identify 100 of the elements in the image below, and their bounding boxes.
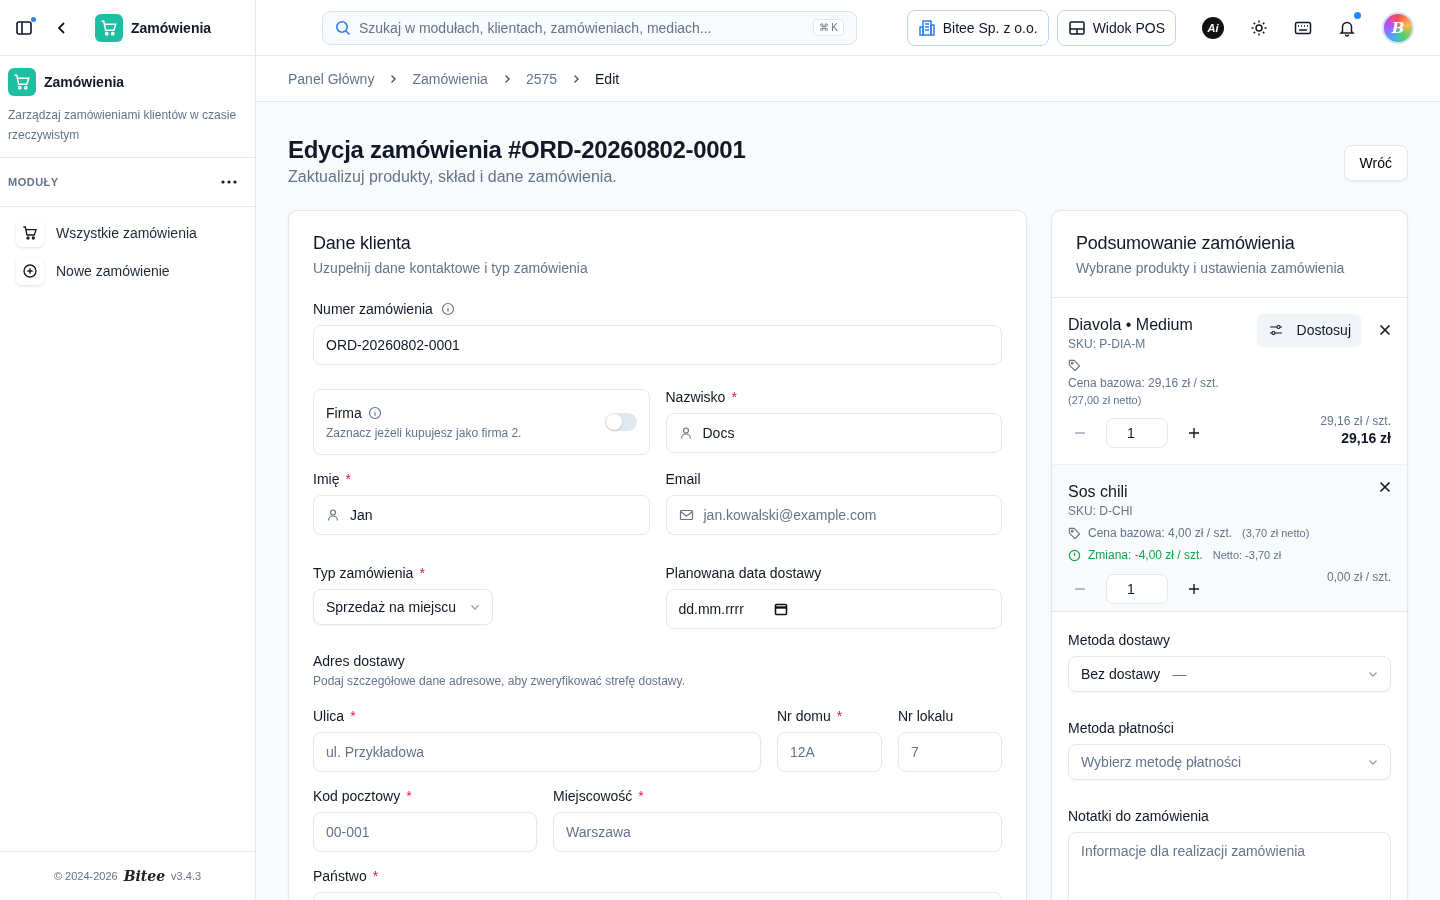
field-value: Jan [350, 507, 373, 523]
product-sku: SKU: D-CHI [1068, 504, 1133, 518]
sidebar-toggle-icon[interactable] [15, 18, 33, 37]
person-icon [326, 508, 340, 522]
card-subtitle: Wybrane produkty i ustawienia zamówienia [1076, 260, 1346, 276]
close-icon[interactable] [1379, 481, 1391, 493]
address-field[interactable]: Warszawa [553, 812, 1002, 852]
net-price: (27,00 zł netto) [1068, 394, 1143, 406]
field-placeholder: jan.kowalski@example.com [703, 507, 877, 523]
envelope-icon [678, 508, 694, 522]
line-total: 29,16 zł [1341, 430, 1391, 446]
info-icon [367, 405, 382, 420]
section-title: Adres dostawy [313, 653, 406, 669]
info-icon [1068, 548, 1081, 562]
section-heading: MODUŁY [8, 176, 59, 188]
building-icon [917, 18, 936, 37]
delivery-method-select[interactable]: Bez dostawy — [1068, 656, 1391, 692]
company-button[interactable]: Bitee Sp. z o.o. [906, 9, 1049, 46]
field-label: Kod pocztowy [313, 788, 401, 804]
email-field[interactable]: jan.kowalski@example.com [665, 495, 1002, 535]
select-extra: — [1172, 666, 1187, 682]
required-mark: * [731, 389, 737, 405]
add-circle-icon [22, 263, 38, 279]
module-description: Zarządzaj zamówieniami klientów w czasie rzeczywistym [8, 107, 238, 144]
unit-price: 29,16 zł / szt. [1320, 414, 1391, 428]
select-value: Bez dostawy [1081, 666, 1161, 682]
shortcut-badge: ⌘ K [812, 19, 844, 36]
field-label: Firma [326, 404, 362, 421]
brand-logo: Bitee [123, 868, 166, 884]
chevron-down-icon [469, 602, 480, 612]
copyright-text: © 2024-2026 [53, 870, 118, 882]
plus-icon[interactable] [1188, 583, 1200, 595]
chevron-down-icon [1368, 669, 1378, 679]
ai-assistant-button[interactable]: Ai [1202, 16, 1224, 39]
first-name-field[interactable]: Jan [313, 495, 650, 535]
field-label: Metoda dostawy [1068, 632, 1170, 648]
field-placeholder: 00-001 [326, 824, 370, 840]
required-mark: * [345, 471, 351, 487]
more-icon[interactable] [221, 180, 237, 184]
date-field[interactable]: dd.mm.rrrr [665, 589, 1002, 629]
last-name-field[interactable]: Docs [665, 413, 1002, 453]
required-mark: * [350, 708, 356, 724]
product-sku: SKU: P-DIA-M [1068, 337, 1147, 351]
address-field[interactable]: ul. Przykładowa [313, 732, 761, 772]
quantity-field[interactable]: 1 [1106, 574, 1168, 604]
field-label: Państwo [313, 868, 367, 884]
search-field[interactable]: Szukaj w modułach, klientach, zamówieniach, mediach... ⌘ K [322, 10, 857, 45]
date-placeholder: dd.mm.rrrr [678, 601, 744, 617]
net-change: Netto: -3,70 zł [1212, 549, 1282, 561]
breadcrumb-link[interactable]: Panel Główny [288, 70, 375, 87]
product-name: Diavola • Medium [1068, 316, 1193, 334]
address-field[interactable]: 00-001 [313, 812, 537, 852]
cart-icon [22, 225, 38, 241]
payment-method-select[interactable]: Wybierz metodę płatności [1068, 744, 1391, 780]
pos-view-button[interactable]: Widok POS [1056, 9, 1176, 46]
order-type-select[interactable]: Sprzedaż na miejscu [313, 589, 493, 625]
breadcrumb-link[interactable]: Edit [595, 70, 620, 87]
price-change: Zmiana: -4,00 zł / szt. [1088, 548, 1203, 562]
page-title: Edycja zamówienia #ORD-20260802-0001 [288, 136, 746, 164]
field-label: Email [665, 471, 701, 487]
card-title: Podsumowanie zamówienia [1076, 233, 1296, 254]
required-mark: * [638, 788, 644, 804]
field-label: Ulica [313, 708, 345, 724]
base-price: Cena bazowa: 29,16 zł / szt. [1068, 376, 1220, 390]
company-toggle[interactable] [604, 413, 637, 431]
cart-icon [8, 68, 36, 96]
field-label: Typ zamówienia [313, 565, 414, 581]
field-label: Nr lokalu [898, 708, 954, 724]
field-placeholder: 12A [790, 744, 815, 760]
required-mark: * [406, 788, 412, 804]
close-icon[interactable] [1379, 324, 1391, 336]
sidebar-item[interactable]: Wszystkie zamówienia [16, 219, 239, 247]
tag-icon [1068, 359, 1081, 372]
field-placeholder: 7 [911, 744, 919, 760]
theme-sun-icon[interactable] [1250, 18, 1268, 37]
field-label: Planowana data dostawy [665, 565, 822, 581]
field-label: Metoda płatności [1068, 720, 1174, 736]
order-number-field[interactable]: ORD-20260802-0001 [313, 325, 1002, 365]
search-icon [335, 19, 351, 36]
field-value: ORD-20260802-0001 [326, 337, 460, 353]
address-field[interactable]: 12A [777, 732, 882, 772]
base-price: Cena bazowa: 4,00 zł / szt. [1088, 526, 1233, 540]
field-label: Nazwisko [665, 389, 726, 405]
address-field[interactable]: 7 [898, 732, 1002, 772]
module-name: Zamówienia [44, 74, 125, 90]
calendar-icon[interactable] [773, 602, 788, 616]
notes-field[interactable]: Informacje dla realizacji zamówienia [1068, 832, 1391, 900]
quantity-field[interactable]: 1 [1106, 418, 1168, 448]
breadcrumb-link[interactable]: 2575 [525, 70, 558, 87]
field-placeholder: ul. Przykładowa [326, 744, 425, 760]
sliders-icon [1268, 323, 1283, 337]
plus-icon[interactable] [1188, 427, 1200, 439]
breadcrumb-link[interactable]: Zamówienia [412, 70, 488, 87]
sidebar-item[interactable]: Nowe zamówienie [16, 257, 239, 285]
field-label: Imię [313, 471, 340, 487]
card-title: Dane klienta [313, 233, 412, 254]
customize-button[interactable]: Dostosuj [1256, 314, 1361, 346]
field-hint: Zaznacz jeżeli kupujesz jako firma 2. [326, 425, 522, 440]
card-subtitle: Uzupełnij dane kontaktowe i typ zamówienia [313, 260, 589, 276]
back-button[interactable]: Wróć [1343, 145, 1408, 181]
